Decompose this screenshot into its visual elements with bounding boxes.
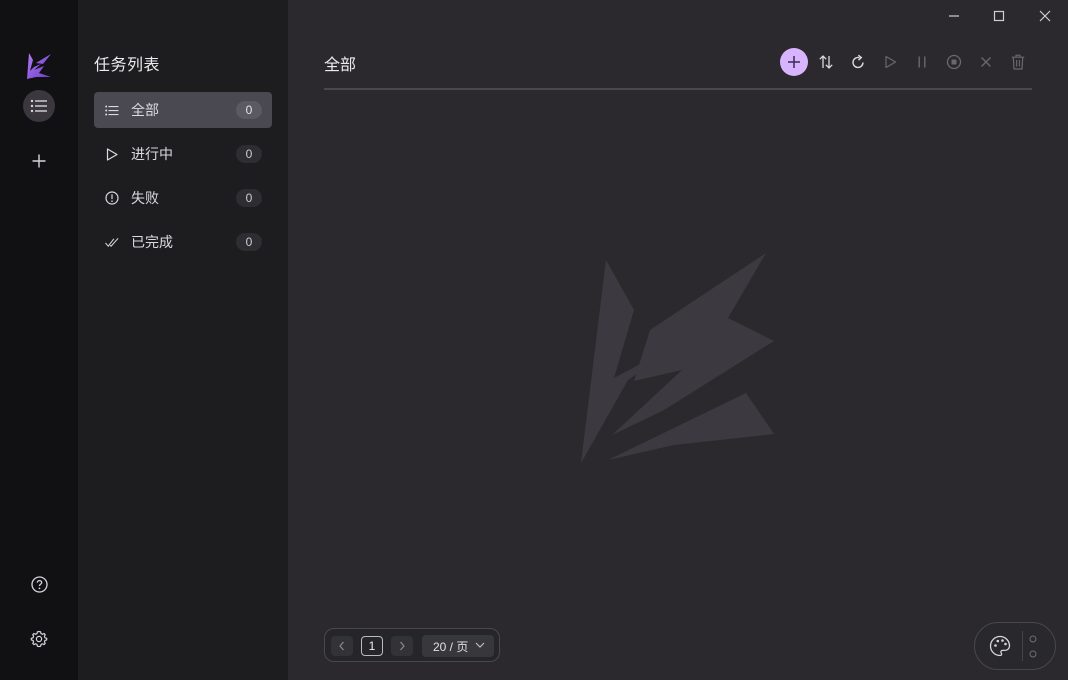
app-window: 任务列表 全部 0 进行中 0 失败 0 已完成 0 全部 1 20 / 页 <box>0 0 1068 680</box>
close-icon <box>1039 10 1051 22</box>
header-divider <box>324 88 1032 90</box>
close-window-button[interactable] <box>1022 0 1068 32</box>
help-icon <box>30 575 48 593</box>
cancel-task-button[interactable] <box>972 48 1000 76</box>
refresh-button[interactable] <box>844 48 872 76</box>
panel-title: 任务列表 <box>94 57 161 74</box>
nav-item-count: 0 <box>236 233 262 251</box>
app-logo <box>27 53 51 79</box>
sort-button[interactable] <box>812 48 840 76</box>
nav-item-label: 已完成 <box>131 234 173 250</box>
nav-item-completed[interactable]: 已完成 0 <box>94 224 272 260</box>
chevron-right-icon <box>400 641 405 651</box>
next-page-button[interactable] <box>391 636 413 656</box>
pause-icon <box>918 56 926 68</box>
list-icon <box>105 103 119 117</box>
delete-button[interactable] <box>1004 48 1032 76</box>
alert-circle-icon <box>105 191 119 205</box>
stop-button[interactable] <box>940 48 968 76</box>
chevron-left-icon <box>339 641 344 651</box>
page-size-value: 20 / 页 <box>433 639 469 654</box>
current-page[interactable]: 1 <box>361 636 383 656</box>
add-task-button[interactable] <box>780 48 808 76</box>
double-check-icon <box>105 235 119 249</box>
rail-task-list-button[interactable] <box>23 90 55 122</box>
nav-item-label: 全部 <box>131 102 159 118</box>
stop-icon <box>946 54 962 70</box>
settings-icon <box>30 630 48 648</box>
nav-item-label: 进行中 <box>131 146 173 162</box>
rail-add-task-button[interactable] <box>23 145 55 177</box>
navigation-rail <box>0 0 78 680</box>
theme-switcher[interactable] <box>974 622 1056 670</box>
page-title: 全部 <box>324 57 357 74</box>
help-button[interactable] <box>23 568 55 600</box>
nav-item-label: 失败 <box>131 190 159 206</box>
pagination: 1 20 / 页 <box>324 628 500 662</box>
theme-divider <box>1022 631 1023 661</box>
maximize-button[interactable] <box>976 0 1022 32</box>
list-icon <box>30 99 47 113</box>
task-list-panel: 任务列表 全部 0 进行中 0 失败 0 已完成 0 <box>78 0 288 680</box>
nav-item-count: 0 <box>236 145 262 163</box>
plus-icon <box>788 56 800 68</box>
trash-icon <box>1011 54 1025 70</box>
play-outline-icon <box>105 147 119 161</box>
start-button[interactable] <box>876 48 904 76</box>
minimize-icon <box>949 15 959 17</box>
nav-item-in-progress[interactable]: 进行中 0 <box>94 136 272 172</box>
sort-icon <box>819 55 833 69</box>
dark-mode-toggle-icon <box>1029 635 1037 658</box>
pause-button[interactable] <box>908 48 936 76</box>
chevron-down-icon <box>475 642 485 648</box>
palette-icon <box>989 635 1011 657</box>
maximize-icon <box>993 10 1005 22</box>
page-size-select[interactable]: 20 / 页 <box>422 635 494 657</box>
nav-item-count: 0 <box>236 101 262 119</box>
settings-button[interactable] <box>23 623 55 655</box>
close-icon <box>981 57 991 67</box>
nav-item-failed[interactable]: 失败 0 <box>94 180 272 216</box>
empty-state-logo-watermark <box>581 253 774 463</box>
play-icon <box>884 55 896 69</box>
nav-item-all[interactable]: 全部 0 <box>94 92 272 128</box>
minimize-button[interactable] <box>931 0 977 32</box>
refresh-icon <box>852 54 864 69</box>
prev-page-button[interactable] <box>331 636 353 656</box>
nav-item-count: 0 <box>236 189 262 207</box>
plus-icon <box>32 154 46 168</box>
